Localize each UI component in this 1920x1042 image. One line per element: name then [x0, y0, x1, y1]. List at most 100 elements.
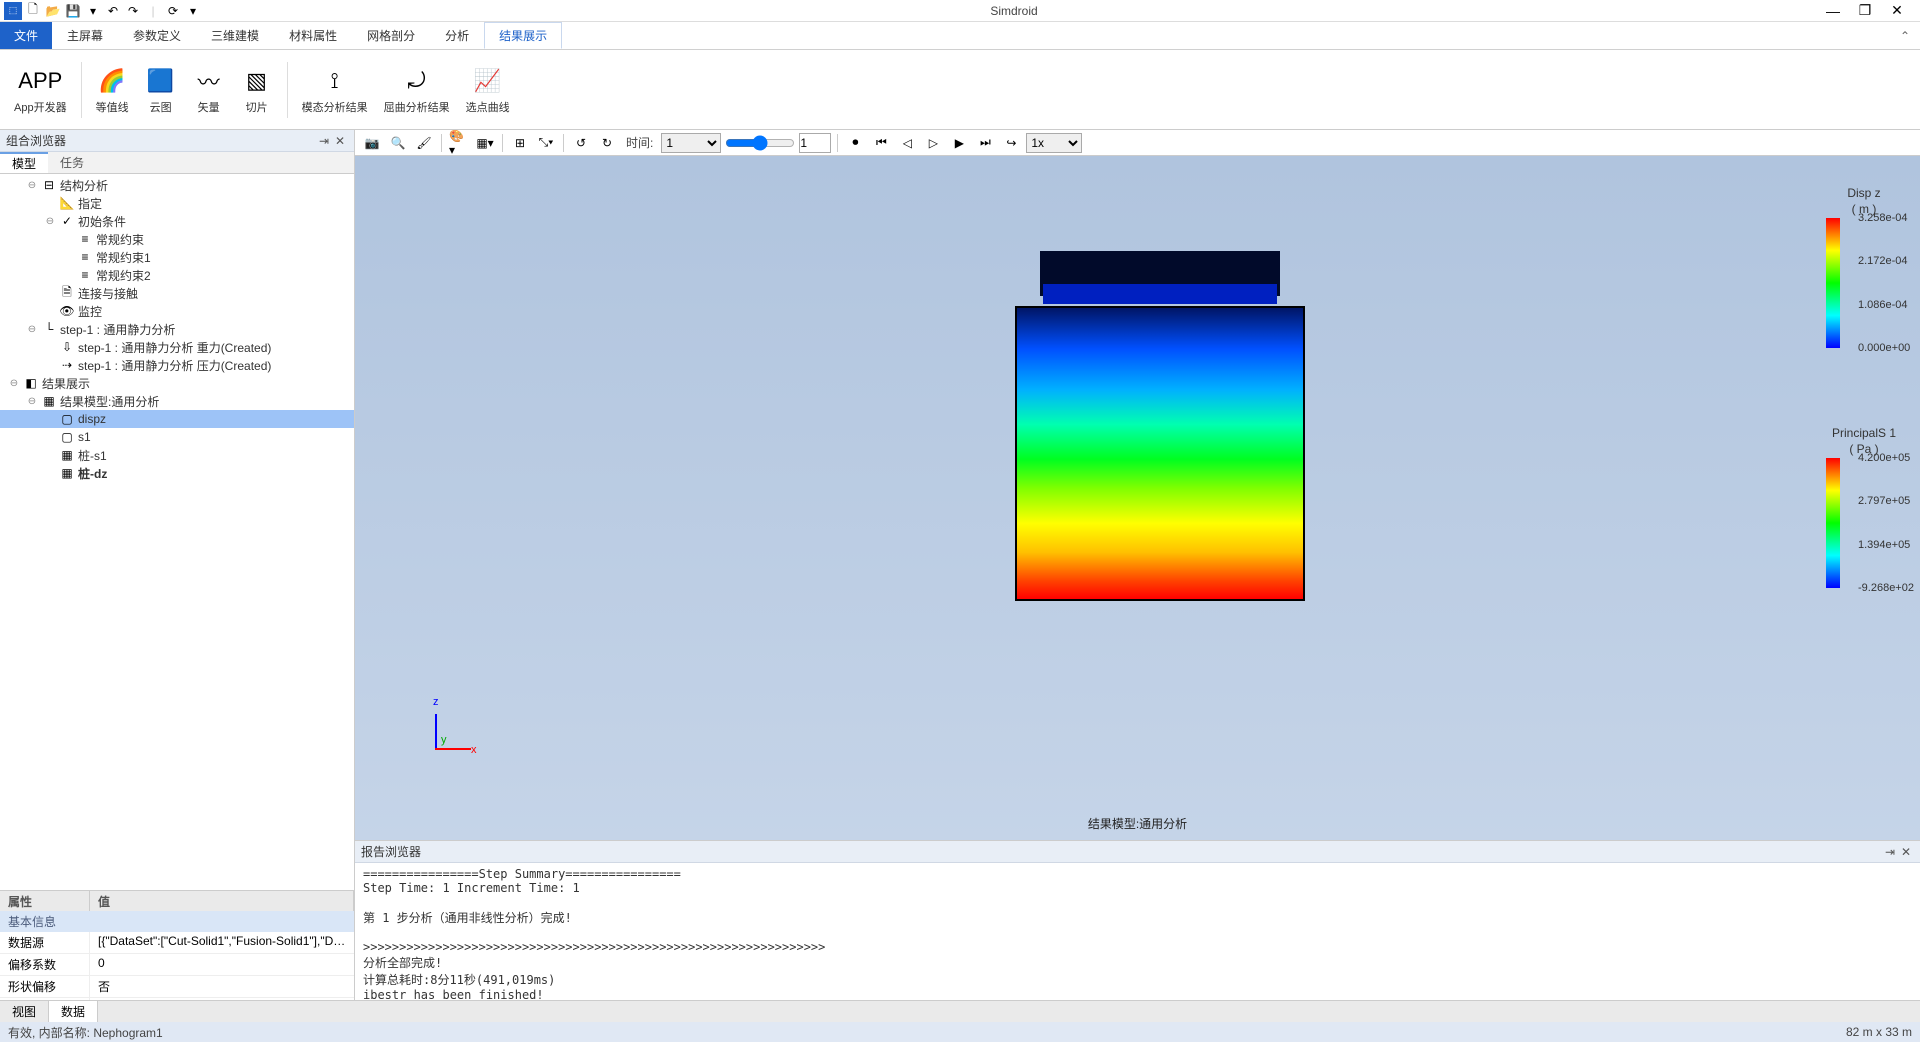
bottom-tab-data[interactable]: 数据 [49, 1001, 98, 1022]
camera-icon[interactable]: 📷 [361, 133, 383, 153]
new-icon[interactable]: 🗋 [24, 2, 42, 20]
ribbon-cloud[interactable]: 🟦云图 [139, 65, 183, 115]
ribbon-modal[interactable]: ⟟模态分析结果 [296, 65, 374, 115]
redo-icon[interactable]: ↷ [124, 2, 142, 20]
collapse-ribbon-icon[interactable]: ⌃ [1890, 22, 1920, 49]
axis-triad: z x y [425, 700, 485, 760]
tree-toggle-icon[interactable]: ⊖ [26, 396, 38, 407]
legend-tick: -9.268e+02 [1858, 582, 1914, 594]
panel-tab-task[interactable]: 任务 [48, 152, 96, 173]
panel-tab-model[interactable]: 模型 [0, 152, 48, 173]
cloud-label: 云图 [150, 99, 172, 115]
undo-icon[interactable]: ↶ [104, 2, 122, 20]
tree-node[interactable]: ▦桩-dz [0, 464, 354, 482]
save-dropdown-icon[interactable]: ▾ [84, 2, 102, 20]
frame-input[interactable] [799, 133, 831, 153]
contour-label: 等值线 [96, 99, 129, 115]
tree-node[interactable]: 📐指定 [0, 194, 354, 212]
tab-material[interactable]: 材料属性 [274, 22, 352, 49]
report-content[interactable]: ================Step Summary============… [355, 863, 1920, 1000]
colormap-icon[interactable]: ▦▾ [474, 133, 496, 153]
tab-analysis[interactable]: 分析 [430, 22, 484, 49]
speed-select[interactable]: 1x [1026, 133, 1082, 153]
prop-row[interactable]: 数据源[{"DataSet":["Cut-Solid1","Fusion-Sol… [0, 932, 354, 954]
tree-node[interactable]: ⇩step-1 : 通用静力分析 重力(Created) [0, 338, 354, 356]
tree-node[interactable]: ≡常规约束1 [0, 248, 354, 266]
tree-node[interactable]: ≡常规约束2 [0, 266, 354, 284]
tab-params[interactable]: 参数定义 [118, 22, 196, 49]
report-pin-icon[interactable]: ⇥ [1882, 844, 1898, 860]
tree-node[interactable]: 🗎连接与接触 [0, 284, 354, 302]
color-legend: PrincipalS 1( Pa )4.200e+052.797e+051.39… [1824, 426, 1904, 588]
tree-toggle-icon[interactable]: ⊖ [8, 378, 20, 389]
prop-val: [{"DataSet":["Cut-Solid1","Fusion-Solid1… [90, 932, 354, 953]
loop-icon[interactable]: ↪ [1000, 133, 1022, 153]
maximize-button[interactable]: ❐ [1858, 4, 1872, 18]
clear-icon[interactable]: 🖌 [413, 133, 435, 153]
bottom-tab-view[interactable]: 视图 [0, 1001, 49, 1022]
report-close-icon[interactable]: ✕ [1898, 844, 1914, 860]
quick-access-toolbar: ⬚ 🗋 📂 💾 ▾ ↶ ↷ | ⟳ ▾ [4, 2, 202, 20]
grid-icon[interactable]: ⊞ [509, 133, 531, 153]
record-icon[interactable]: ⏺ [844, 133, 866, 153]
goto-start-icon[interactable]: ⏮ [870, 133, 892, 153]
select-icon[interactable]: ⤡▾ [535, 133, 557, 153]
tree-node[interactable]: ⊖◧结果展示 [0, 374, 354, 392]
refresh-icon[interactable]: ⟳ [164, 2, 182, 20]
close-button[interactable]: ✕ [1890, 4, 1904, 18]
tree-node[interactable]: ⊖✓初始条件 [0, 212, 354, 230]
tree-node[interactable]: ▢dispz [0, 410, 354, 428]
tree-node[interactable]: 👁监控 [0, 302, 354, 320]
ribbon-buckle[interactable]: ⤾屈曲分析结果 [378, 65, 456, 115]
tree-node[interactable]: ⊖▦结果模型:通用分析 [0, 392, 354, 410]
close-panel-icon[interactable]: ✕ [332, 133, 348, 149]
tree-toggle-icon[interactable]: ⊖ [26, 180, 38, 191]
rotate-left-icon[interactable]: ↺ [570, 133, 592, 153]
status-left: 有效, 内部名称: Nephogram1 [8, 1024, 163, 1041]
pin-icon[interactable]: ⇥ [316, 133, 332, 149]
zoom-extents-icon[interactable]: 🔍 [387, 133, 409, 153]
open-icon[interactable]: 📂 [44, 2, 62, 20]
step-back-icon[interactable]: ◁ [896, 133, 918, 153]
tab-results[interactable]: 结果展示 [484, 22, 562, 49]
slice-label: 切片 [246, 99, 268, 115]
legend-title: PrincipalS 1 [1824, 426, 1904, 440]
tree-item-label: 桩-s1 [78, 447, 107, 464]
legend-tick: 2.172e-04 [1858, 255, 1908, 267]
tree-node[interactable]: ▢s1 [0, 428, 354, 446]
step-forward-icon[interactable]: ▶ [948, 133, 970, 153]
tree-node[interactable]: ≡常规约束 [0, 230, 354, 248]
tab-mesh[interactable]: 网格剖分 [352, 22, 430, 49]
prop-row[interactable]: 偏移系数0 [0, 954, 354, 976]
status-bar: 有效, 内部名称: Nephogram1 82 m x 33 m [0, 1022, 1920, 1042]
rotate-right-icon[interactable]: ↻ [596, 133, 618, 153]
ribbon-slice[interactable]: ▧切片 [235, 65, 279, 115]
palette-icon[interactable]: 🎨▾ [448, 133, 470, 153]
step-select[interactable]: 1 [661, 133, 721, 153]
minimize-button[interactable]: — [1826, 4, 1840, 18]
ribbon-app-dev[interactable]: APPApp开发器 [8, 65, 73, 115]
tree-toggle-icon[interactable]: ⊖ [44, 216, 56, 227]
time-slider[interactable] [725, 133, 795, 153]
ribbon-pointcurve[interactable]: 📈选点曲线 [460, 65, 516, 115]
prop-row[interactable]: 形状偏移否 [0, 976, 354, 998]
play-icon[interactable]: ▷ [922, 133, 944, 153]
ribbon-vector[interactable]: 〰矢量 [187, 65, 231, 115]
tree-node[interactable]: ⊖⊟结构分析 [0, 176, 354, 194]
prop-key: 数据源 [0, 932, 90, 953]
save-icon[interactable]: 💾 [64, 2, 82, 20]
ribbon-contour[interactable]: 🌈等值线 [90, 65, 135, 115]
tree-toggle-icon[interactable]: ⊖ [26, 324, 38, 335]
goto-end-icon[interactable]: ⏭ [974, 133, 996, 153]
tree-node[interactable]: ▦桩-s1 [0, 446, 354, 464]
center-area: 📷 🔍 🖌 🎨▾ ▦▾ ⊞ ⤡▾ ↺ ↻ 时间: 1 ⏺ ⏮ ◁ ▷ ▶ ⏭ ↪… [355, 130, 1920, 1000]
viewport[interactable]: z x y Disp z( m )3.258e-042.172e-041.086… [355, 156, 1920, 840]
tree-node[interactable]: ⇢step-1 : 通用静力分析 压力(Created) [0, 356, 354, 374]
qat-dropdown-icon[interactable]: ▾ [184, 2, 202, 20]
model-tree[interactable]: ⊖⊟结构分析📐指定⊖✓初始条件≡常规约束≡常规约束1≡常规约束2🗎连接与接触👁监… [0, 174, 354, 890]
tree-node[interactable]: ⊖└step-1 : 通用静力分析 [0, 320, 354, 338]
tree-item-label: step-1 : 通用静力分析 [60, 321, 175, 338]
tab-3dmodel[interactable]: 三维建模 [196, 22, 274, 49]
file-menu[interactable]: 文件 [0, 22, 52, 49]
tab-home[interactable]: 主屏幕 [52, 22, 118, 49]
